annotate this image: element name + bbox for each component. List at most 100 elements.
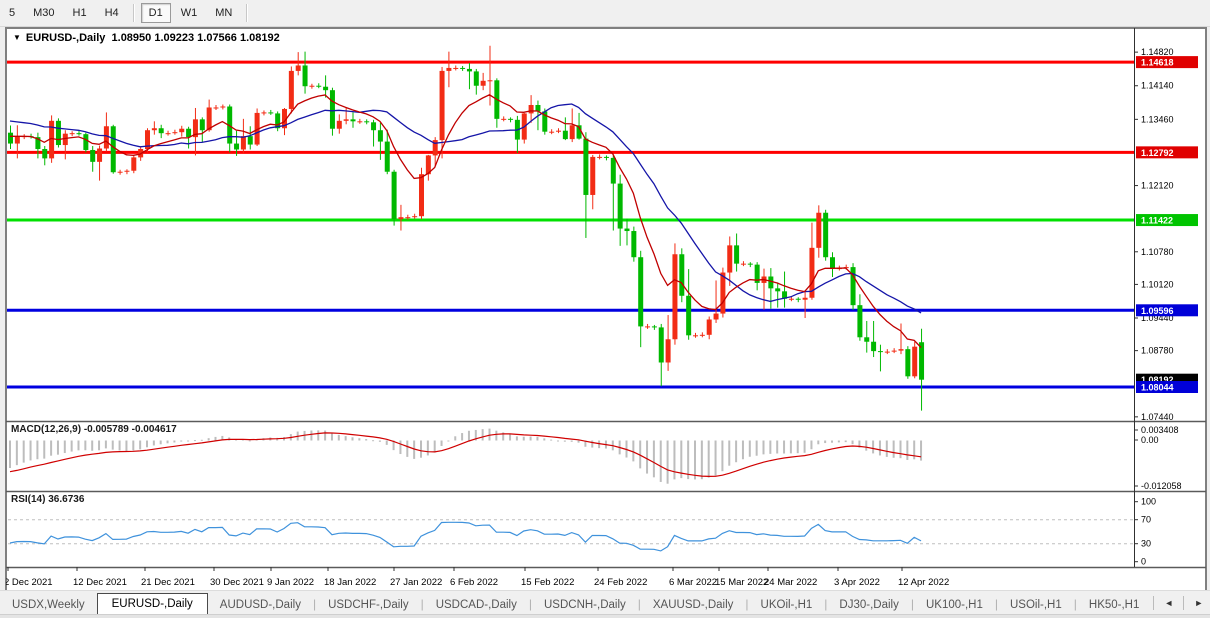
candle-body <box>481 81 486 86</box>
candle-body <box>823 213 828 257</box>
candle-body <box>618 184 623 229</box>
price-tick-label: 1.07440 <box>1141 412 1174 422</box>
macd-indicator-label: MACD(12,26,9) -0.005789 -0.004617 <box>11 424 177 435</box>
candle-body <box>830 257 835 268</box>
tab-usdchf-daily[interactable]: USDCHF-,Daily <box>316 596 421 615</box>
candle-body <box>529 105 534 113</box>
date-tick-label: 24 Feb 2022 <box>594 577 647 588</box>
macd-name: MACD(12,26,9) <box>11 424 81 435</box>
timeframe-button-d1[interactable]: D1 <box>141 3 171 23</box>
macd-histogram-bar <box>358 438 360 440</box>
date-tick-label: 12 Apr 2022 <box>898 577 949 588</box>
macd-histogram-bar <box>249 440 251 441</box>
candle-body <box>104 126 109 148</box>
candle-body <box>796 299 801 300</box>
candle-body <box>309 86 314 87</box>
candle-body <box>83 134 88 150</box>
macd-histogram-bar <box>310 431 312 441</box>
candle-body <box>412 216 417 217</box>
macd-histogram-bar <box>557 440 559 441</box>
tabs-scroll-left-icon[interactable]: ◄ <box>1156 598 1181 608</box>
price-badge-label: 1.11422 <box>1141 216 1173 226</box>
price-tick-label: 1.13460 <box>1141 114 1174 124</box>
chart-ohlc-values: 1.08950 1.09223 1.07566 1.08192 <box>112 32 280 44</box>
macd-histogram-bar <box>324 431 326 441</box>
window-bottom-edge <box>0 614 1210 618</box>
candle-body <box>303 65 308 86</box>
timeframe-button-5[interactable]: 5 <box>1 3 23 23</box>
candle-body <box>871 342 876 351</box>
candle-body <box>330 90 335 129</box>
collapse-icon[interactable]: ▼ <box>13 33 21 42</box>
macd-histogram-bar <box>776 441 778 454</box>
candle-body <box>741 264 746 265</box>
candle-body <box>453 68 458 69</box>
candle-body <box>501 119 506 120</box>
macd-histogram-bar <box>441 441 443 446</box>
macd-histogram-bar <box>687 441 689 480</box>
macd-histogram-bar <box>36 441 38 460</box>
macd-histogram-bar <box>434 441 436 453</box>
macd-histogram-bar <box>153 441 155 446</box>
macd-histogram-bar <box>906 441 908 460</box>
candle-body <box>186 129 191 137</box>
timeframe-button-h4[interactable]: H4 <box>97 3 127 23</box>
tab-usdcnh-daily[interactable]: USDCNH-,Daily <box>532 596 638 615</box>
candle-body <box>727 245 732 272</box>
rsi-tick-label: 70 <box>1141 515 1151 525</box>
macd-histogram-bar <box>331 433 333 440</box>
tab-usdx-weekly[interactable]: USDX,Weekly <box>0 596 97 615</box>
chart-canvas[interactable]: 1.148201.141401.134601.121201.107801.101… <box>6 28 1206 591</box>
candle-body <box>419 174 424 216</box>
macd-histogram-bar <box>721 441 723 472</box>
chart-window: ▼EURUSD-,Daily 1.08950 1.09223 1.07566 1… <box>5 27 1207 592</box>
timeframe-button-w1[interactable]: W1 <box>173 3 206 23</box>
tab-usdcad-daily[interactable]: USDCAD-,Daily <box>424 596 529 615</box>
date-tick-label: 30 Dec 2021 <box>210 577 264 588</box>
macd-histogram-bar <box>105 441 107 449</box>
candle-body <box>15 137 20 144</box>
macd-histogram-bar <box>769 441 771 454</box>
tab-hk50-h1[interactable]: HK50-,H1 <box>1077 596 1152 615</box>
macd-histogram-bar <box>23 441 25 463</box>
macd-histogram-bar <box>352 437 354 440</box>
tab-ukoil-h1[interactable]: UKOil-,H1 <box>749 596 825 615</box>
tab-dj30-daily[interactable]: DJ30-,Daily <box>827 596 910 615</box>
tabs-scroll-right-icon[interactable]: ► <box>1186 598 1210 608</box>
macd-histogram-bar <box>564 441 566 442</box>
candle-body <box>234 144 239 150</box>
tab-usoil-h1[interactable]: USOil-,H1 <box>998 596 1074 615</box>
candle-body <box>638 257 643 326</box>
tab-uk100-h1[interactable]: UK100-,H1 <box>914 596 995 615</box>
macd-histogram-bar <box>420 441 422 458</box>
candle-body <box>289 71 294 109</box>
candle-body <box>118 172 123 173</box>
date-tick-label: 6 Feb 2022 <box>450 577 498 588</box>
candle-body <box>268 112 273 113</box>
candle-body <box>488 80 493 81</box>
candle-body <box>720 273 725 314</box>
candle-body <box>42 149 47 158</box>
candle-body <box>124 171 129 172</box>
macd-histogram-bar <box>64 441 66 454</box>
macd-histogram-bar <box>71 441 73 452</box>
macd-tick-label: 0.00 <box>1141 435 1159 445</box>
candle-body <box>364 121 369 122</box>
candle-body <box>316 86 321 87</box>
candle-body <box>385 142 390 172</box>
timeframe-button-mn[interactable]: MN <box>207 3 240 23</box>
tab-xauusd-daily[interactable]: XAUUSD-,Daily <box>641 596 746 615</box>
candle-body <box>337 121 342 129</box>
candle-body <box>878 351 883 352</box>
candle-body <box>611 158 616 184</box>
date-tick-label: 15 Feb 2022 <box>521 577 574 588</box>
tab-audusd-daily[interactable]: AUDUSD-,Daily <box>208 596 313 615</box>
candle-body <box>775 288 780 291</box>
timeframe-button-h1[interactable]: H1 <box>65 3 95 23</box>
tab-eurusd-daily[interactable]: EURUSD-,Daily <box>97 593 208 615</box>
candle-body <box>351 119 356 121</box>
candle-body <box>323 87 328 90</box>
price-tick-label: 1.14820 <box>1141 47 1174 57</box>
timeframe-button-m30[interactable]: M30 <box>25 3 62 23</box>
chart-title: ▼EURUSD-,Daily 1.08950 1.09223 1.07566 1… <box>13 32 280 44</box>
